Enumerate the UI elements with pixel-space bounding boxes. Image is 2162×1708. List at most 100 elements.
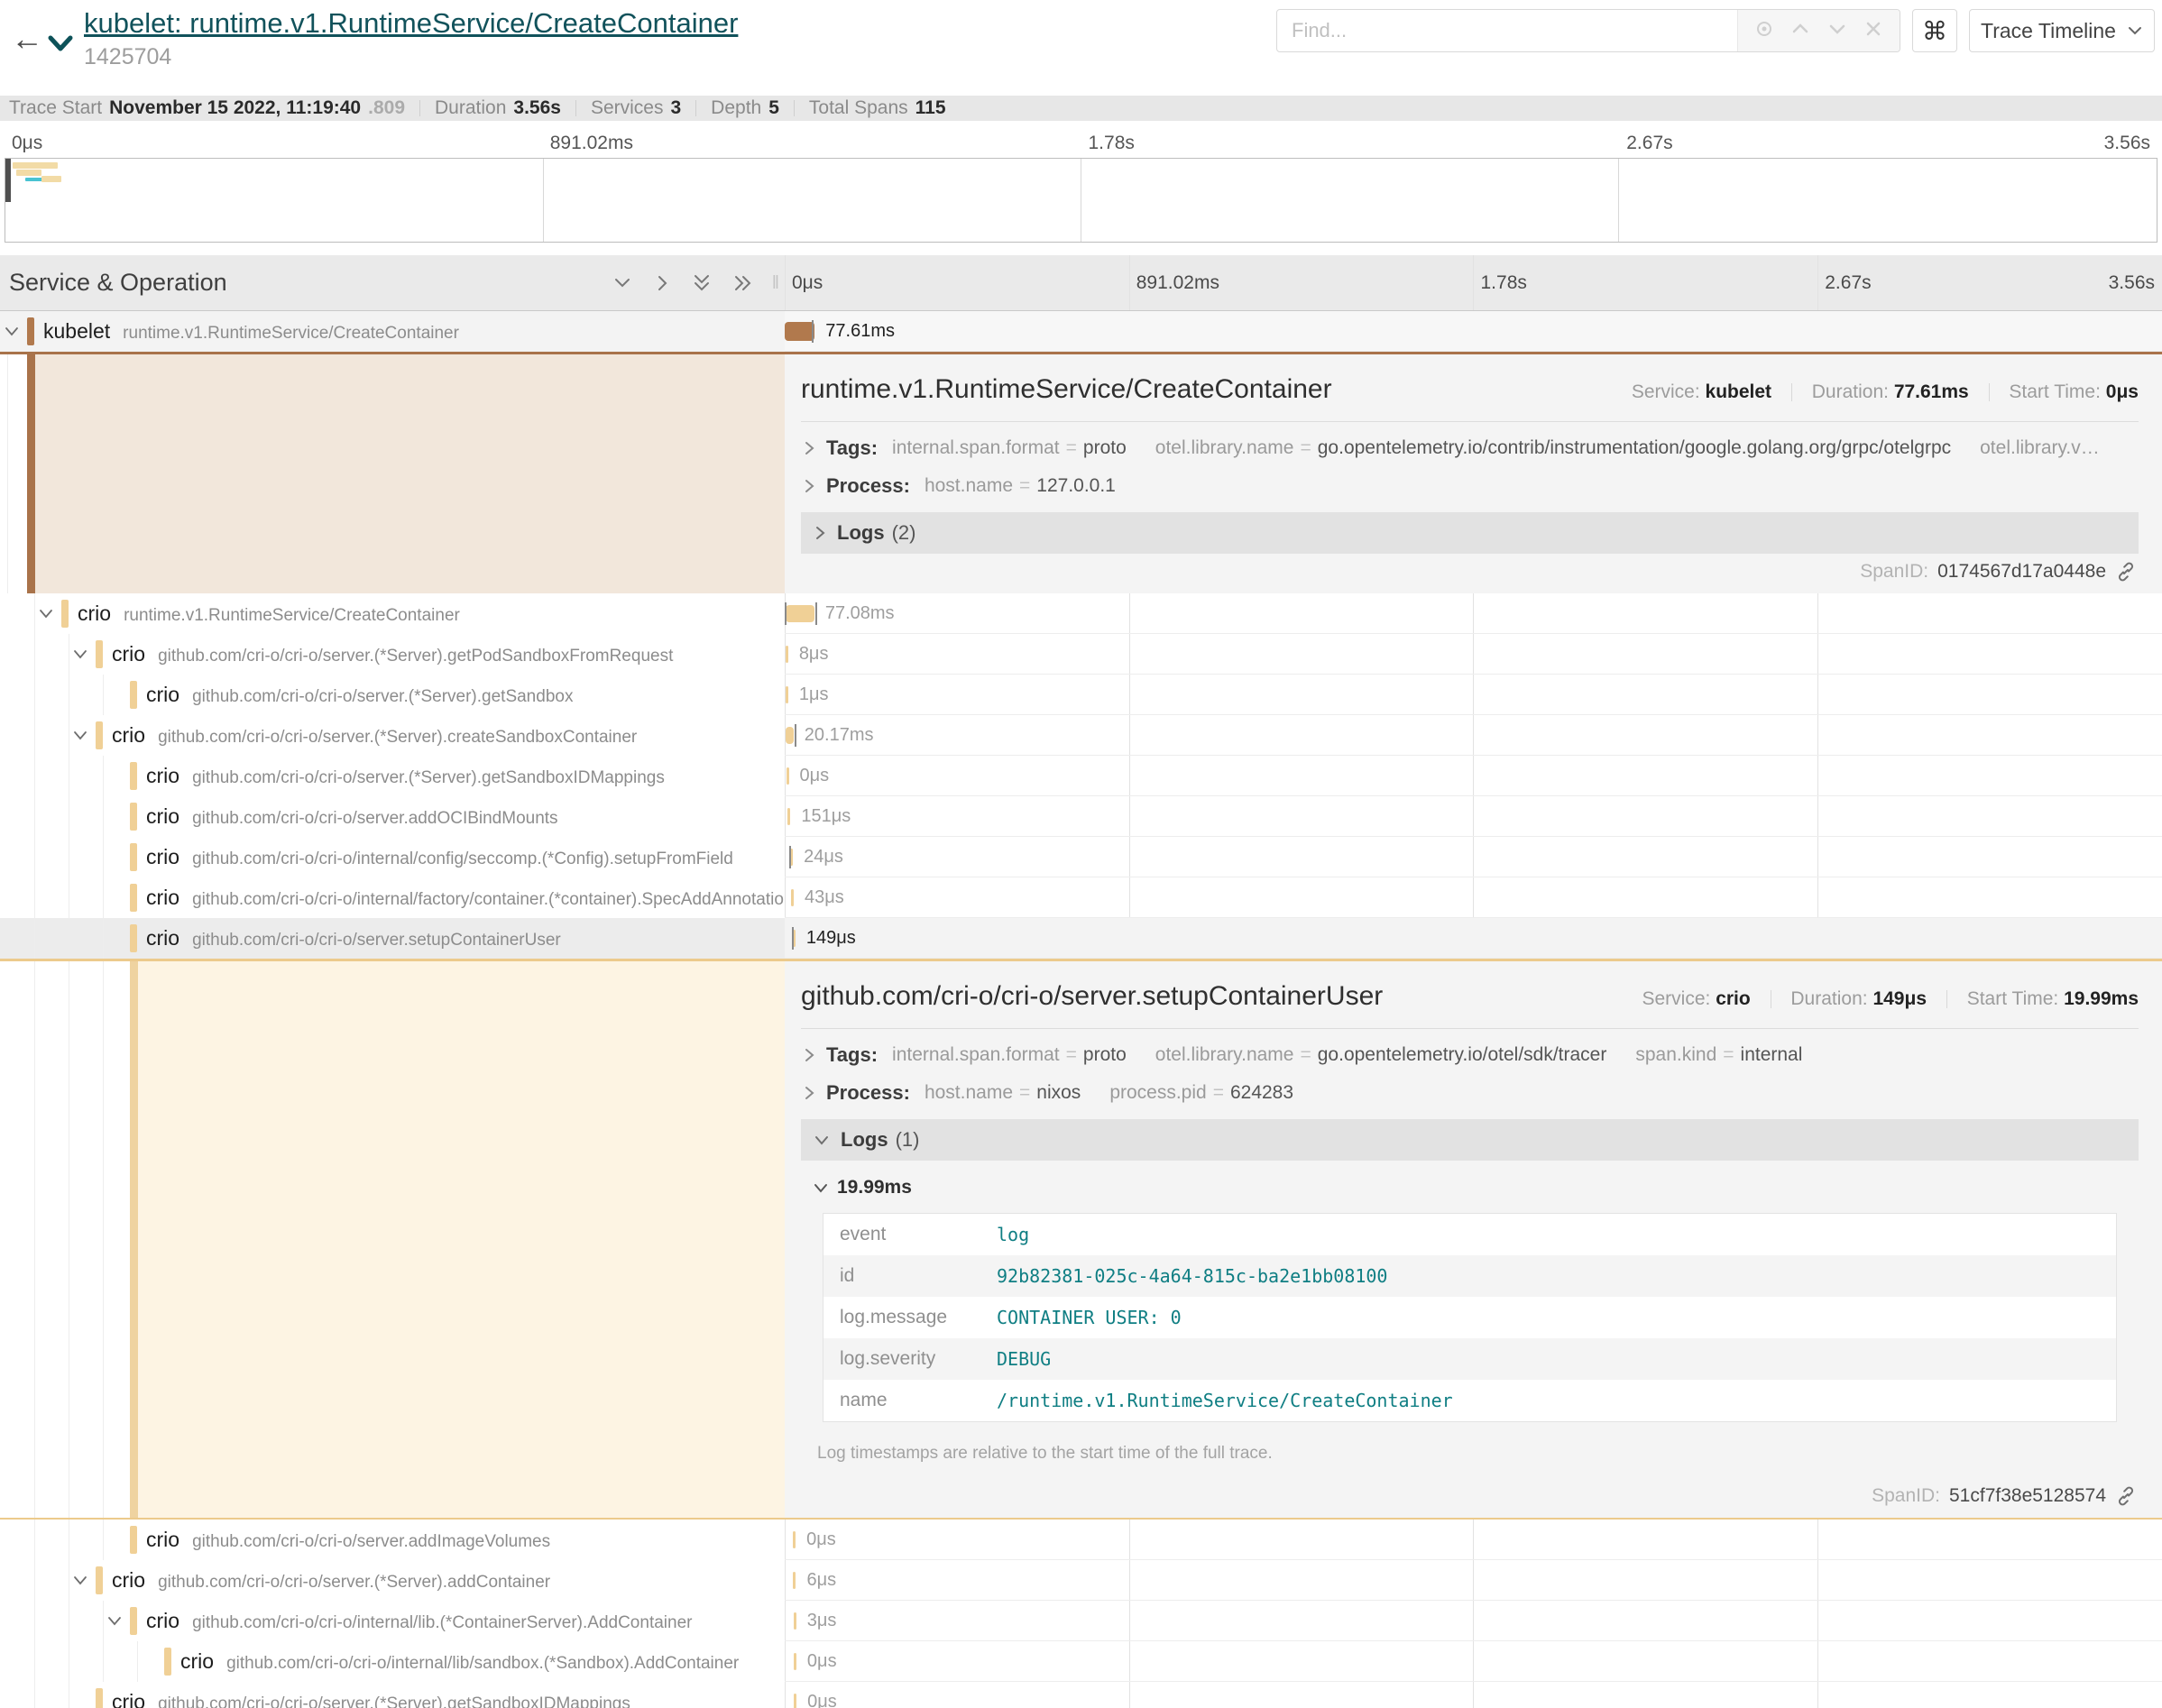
locate-icon[interactable] — [1753, 18, 1775, 44]
span-row[interactable]: criogithub.com/cri-o/cri-o/internal/conf… — [0, 837, 2162, 877]
span-duration-bar[interactable] — [786, 686, 788, 703]
span-duration-bar[interactable] — [787, 767, 789, 785]
indent-guide — [34, 715, 35, 756]
tag-key: internal.span.format — [892, 437, 1060, 458]
span-name-cell[interactable]: criogithub.com/cri-o/cri-o/server.(*Serv… — [0, 1560, 785, 1601]
span-duration-bar[interactable] — [787, 808, 790, 825]
span-duration-bar[interactable] — [793, 1572, 796, 1589]
chevron-down-icon[interactable] — [36, 606, 56, 622]
span-row[interactable]: kubeletruntime.v1.RuntimeService/CreateC… — [0, 311, 2162, 352]
span-row[interactable]: criogithub.com/cri-o/cri-o/server.(*Serv… — [0, 634, 2162, 675]
span-duration-bar[interactable] — [791, 889, 794, 906]
span-duration-bar[interactable] — [794, 1694, 796, 1708]
span-row[interactable]: crioruntime.v1.RuntimeService/CreateCont… — [0, 593, 2162, 634]
clear-find-icon[interactable] — [1863, 18, 1884, 44]
span-timeline-cell[interactable]: 0μs — [785, 1682, 2162, 1708]
span-row[interactable]: criogithub.com/cri-o/cri-o/internal/lib/… — [0, 1641, 2162, 1682]
copy-link-icon[interactable] — [2115, 1485, 2137, 1507]
span-name-cell[interactable]: kubeletruntime.v1.RuntimeService/CreateC… — [0, 311, 785, 352]
chevron-down-icon[interactable] — [70, 728, 90, 744]
span-name-cell[interactable]: criogithub.com/cri-o/cri-o/server.addOCI… — [0, 796, 785, 837]
span-timeline-cell[interactable]: 77.61ms — [785, 311, 2162, 352]
span-row[interactable]: criogithub.com/cri-o/cri-o/server.(*Serv… — [0, 756, 2162, 796]
span-timeline-cell[interactable]: 6μs — [785, 1560, 2162, 1601]
chevron-down-icon[interactable] — [70, 1573, 90, 1589]
trace-view-selector[interactable]: Trace Timeline — [1969, 9, 2155, 52]
span-duration-bar[interactable] — [793, 1531, 796, 1548]
span-row[interactable]: criogithub.com/cri-o/cri-o/internal/fact… — [0, 877, 2162, 918]
span-timeline-cell[interactable]: 8μs — [785, 634, 2162, 675]
span-name-cell[interactable]: criogithub.com/cri-o/cri-o/internal/lib.… — [0, 1601, 785, 1641]
span-name-cell[interactable]: criogithub.com/cri-o/cri-o/server.(*Serv… — [0, 675, 785, 715]
span-duration-bar[interactable] — [785, 322, 814, 341]
trace-title-link[interactable]: kubelet: runtime.v1.RuntimeService/Creat… — [84, 7, 738, 40]
logs-toggle[interactable]: Logs (2) — [801, 512, 2139, 554]
back-icon[interactable]: ← — [11, 20, 43, 58]
logs-toggle[interactable]: Logs (1) — [801, 1119, 2139, 1161]
process-row[interactable]: Process: host.name=127.0.0.1 — [803, 474, 2139, 498]
span-row[interactable]: criogithub.com/cri-o/cri-o/server.(*Serv… — [0, 715, 2162, 756]
span-row[interactable]: criogithub.com/cri-o/cri-o/server.setupC… — [0, 918, 2162, 959]
find-prev-icon[interactable] — [1789, 18, 1811, 44]
tags-row[interactable]: Tags: internal.span.format=protootel.lib… — [803, 436, 2139, 460]
column-resize-handle[interactable]: ‖ — [772, 273, 781, 294]
span-row[interactable]: criogithub.com/cri-o/cri-o/server.(*Serv… — [0, 1682, 2162, 1708]
service-label: Service: — [1642, 988, 1710, 1009]
span-timeline-cell[interactable]: 43μs — [785, 877, 2162, 918]
span-timeline-cell[interactable]: 77.08ms — [785, 593, 2162, 634]
span-name-cell[interactable]: criogithub.com/cri-o/cri-o/server.(*Serv… — [0, 756, 785, 796]
chevron-down-icon[interactable] — [105, 1613, 124, 1630]
equals-sign: = — [1300, 437, 1311, 458]
service-name: crio — [146, 886, 179, 909]
span-row[interactable]: criogithub.com/cri-o/cri-o/server.addIma… — [0, 1520, 2162, 1560]
collapse-title-chevron-icon[interactable] — [47, 32, 74, 59]
log-field-key: log.message — [823, 1307, 997, 1328]
span-timeline-cell[interactable]: 151μs — [785, 796, 2162, 837]
span-timeline-cell[interactable]: 149μs — [785, 918, 2162, 959]
collapse-all-icon[interactable] — [691, 273, 713, 293]
span-row[interactable]: criogithub.com/cri-o/cri-o/server.(*Serv… — [0, 1560, 2162, 1601]
collapse-one-icon[interactable] — [612, 274, 633, 292]
find-input[interactable] — [1277, 10, 1737, 51]
span-name-cell[interactable]: criogithub.com/cri-o/cri-o/server.setupC… — [0, 918, 785, 959]
expand-all-icon[interactable] — [732, 273, 754, 293]
span-name-cell[interactable]: criogithub.com/cri-o/cri-o/internal/fact… — [0, 877, 785, 918]
minimap-drag-handle[interactable] — [5, 159, 11, 202]
chevron-down-icon[interactable] — [2, 324, 22, 340]
span-name-cell[interactable]: criogithub.com/cri-o/cri-o/internal/lib/… — [0, 1641, 785, 1682]
process-row[interactable]: Process: host.name=nixosprocess.pid=6242… — [803, 1081, 2139, 1105]
log-entry: 19.99ms eventlogid92b82381-025c-4a64-815… — [814, 1177, 2139, 1464]
span-timeline-cell[interactable]: 0μs — [785, 1641, 2162, 1682]
indent-guide — [34, 837, 35, 877]
span-duration-label: 24μs — [804, 837, 843, 877]
span-duration-bar[interactable] — [794, 1653, 796, 1670]
copy-link-icon[interactable] — [2115, 561, 2137, 583]
span-duration-bar[interactable] — [786, 646, 788, 663]
span-name-cell[interactable]: criogithub.com/cri-o/cri-o/server.(*Serv… — [0, 634, 785, 675]
span-timeline-cell[interactable]: 1μs — [785, 675, 2162, 715]
minimap-canvas[interactable] — [5, 158, 2157, 243]
span-duration-bar[interactable] — [786, 605, 814, 622]
span-timeline-cell[interactable]: 20.17ms — [785, 715, 2162, 756]
span-row[interactable]: criogithub.com/cri-o/cri-o/internal/lib.… — [0, 1601, 2162, 1641]
span-row[interactable]: criogithub.com/cri-o/cri-o/server.addOCI… — [0, 796, 2162, 837]
span-duration-bar[interactable] — [794, 1612, 796, 1630]
span-name-cell[interactable]: criogithub.com/cri-o/cri-o/internal/conf… — [0, 837, 785, 877]
chevron-down-icon[interactable] — [70, 647, 90, 663]
find-next-icon[interactable] — [1826, 18, 1848, 44]
tags-row[interactable]: Tags: internal.span.format=protootel.lib… — [803, 1043, 2139, 1067]
span-timeline-cell[interactable]: 0μs — [785, 1520, 2162, 1560]
duration-label: Duration: — [1790, 988, 1867, 1009]
span-name-cell[interactable]: criogithub.com/cri-o/cri-o/server.addIma… — [0, 1520, 785, 1560]
span-name-cell[interactable]: crioruntime.v1.RuntimeService/CreateCont… — [0, 593, 785, 634]
keyboard-shortcuts-button[interactable]: ⌘ — [1912, 9, 1957, 52]
span-timeline-cell[interactable]: 24μs — [785, 837, 2162, 877]
span-timeline-cell[interactable]: 0μs — [785, 756, 2162, 796]
span-duration-bar[interactable] — [786, 727, 794, 744]
span-name-cell[interactable]: criogithub.com/cri-o/cri-o/server.(*Serv… — [0, 715, 785, 756]
span-row[interactable]: criogithub.com/cri-o/cri-o/server.(*Serv… — [0, 675, 2162, 715]
expand-one-icon[interactable] — [653, 273, 671, 293]
log-entry-toggle[interactable]: 19.99ms — [814, 1177, 2139, 1198]
span-name-cell[interactable]: criogithub.com/cri-o/cri-o/server.(*Serv… — [0, 1682, 785, 1708]
span-timeline-cell[interactable]: 3μs — [785, 1601, 2162, 1641]
